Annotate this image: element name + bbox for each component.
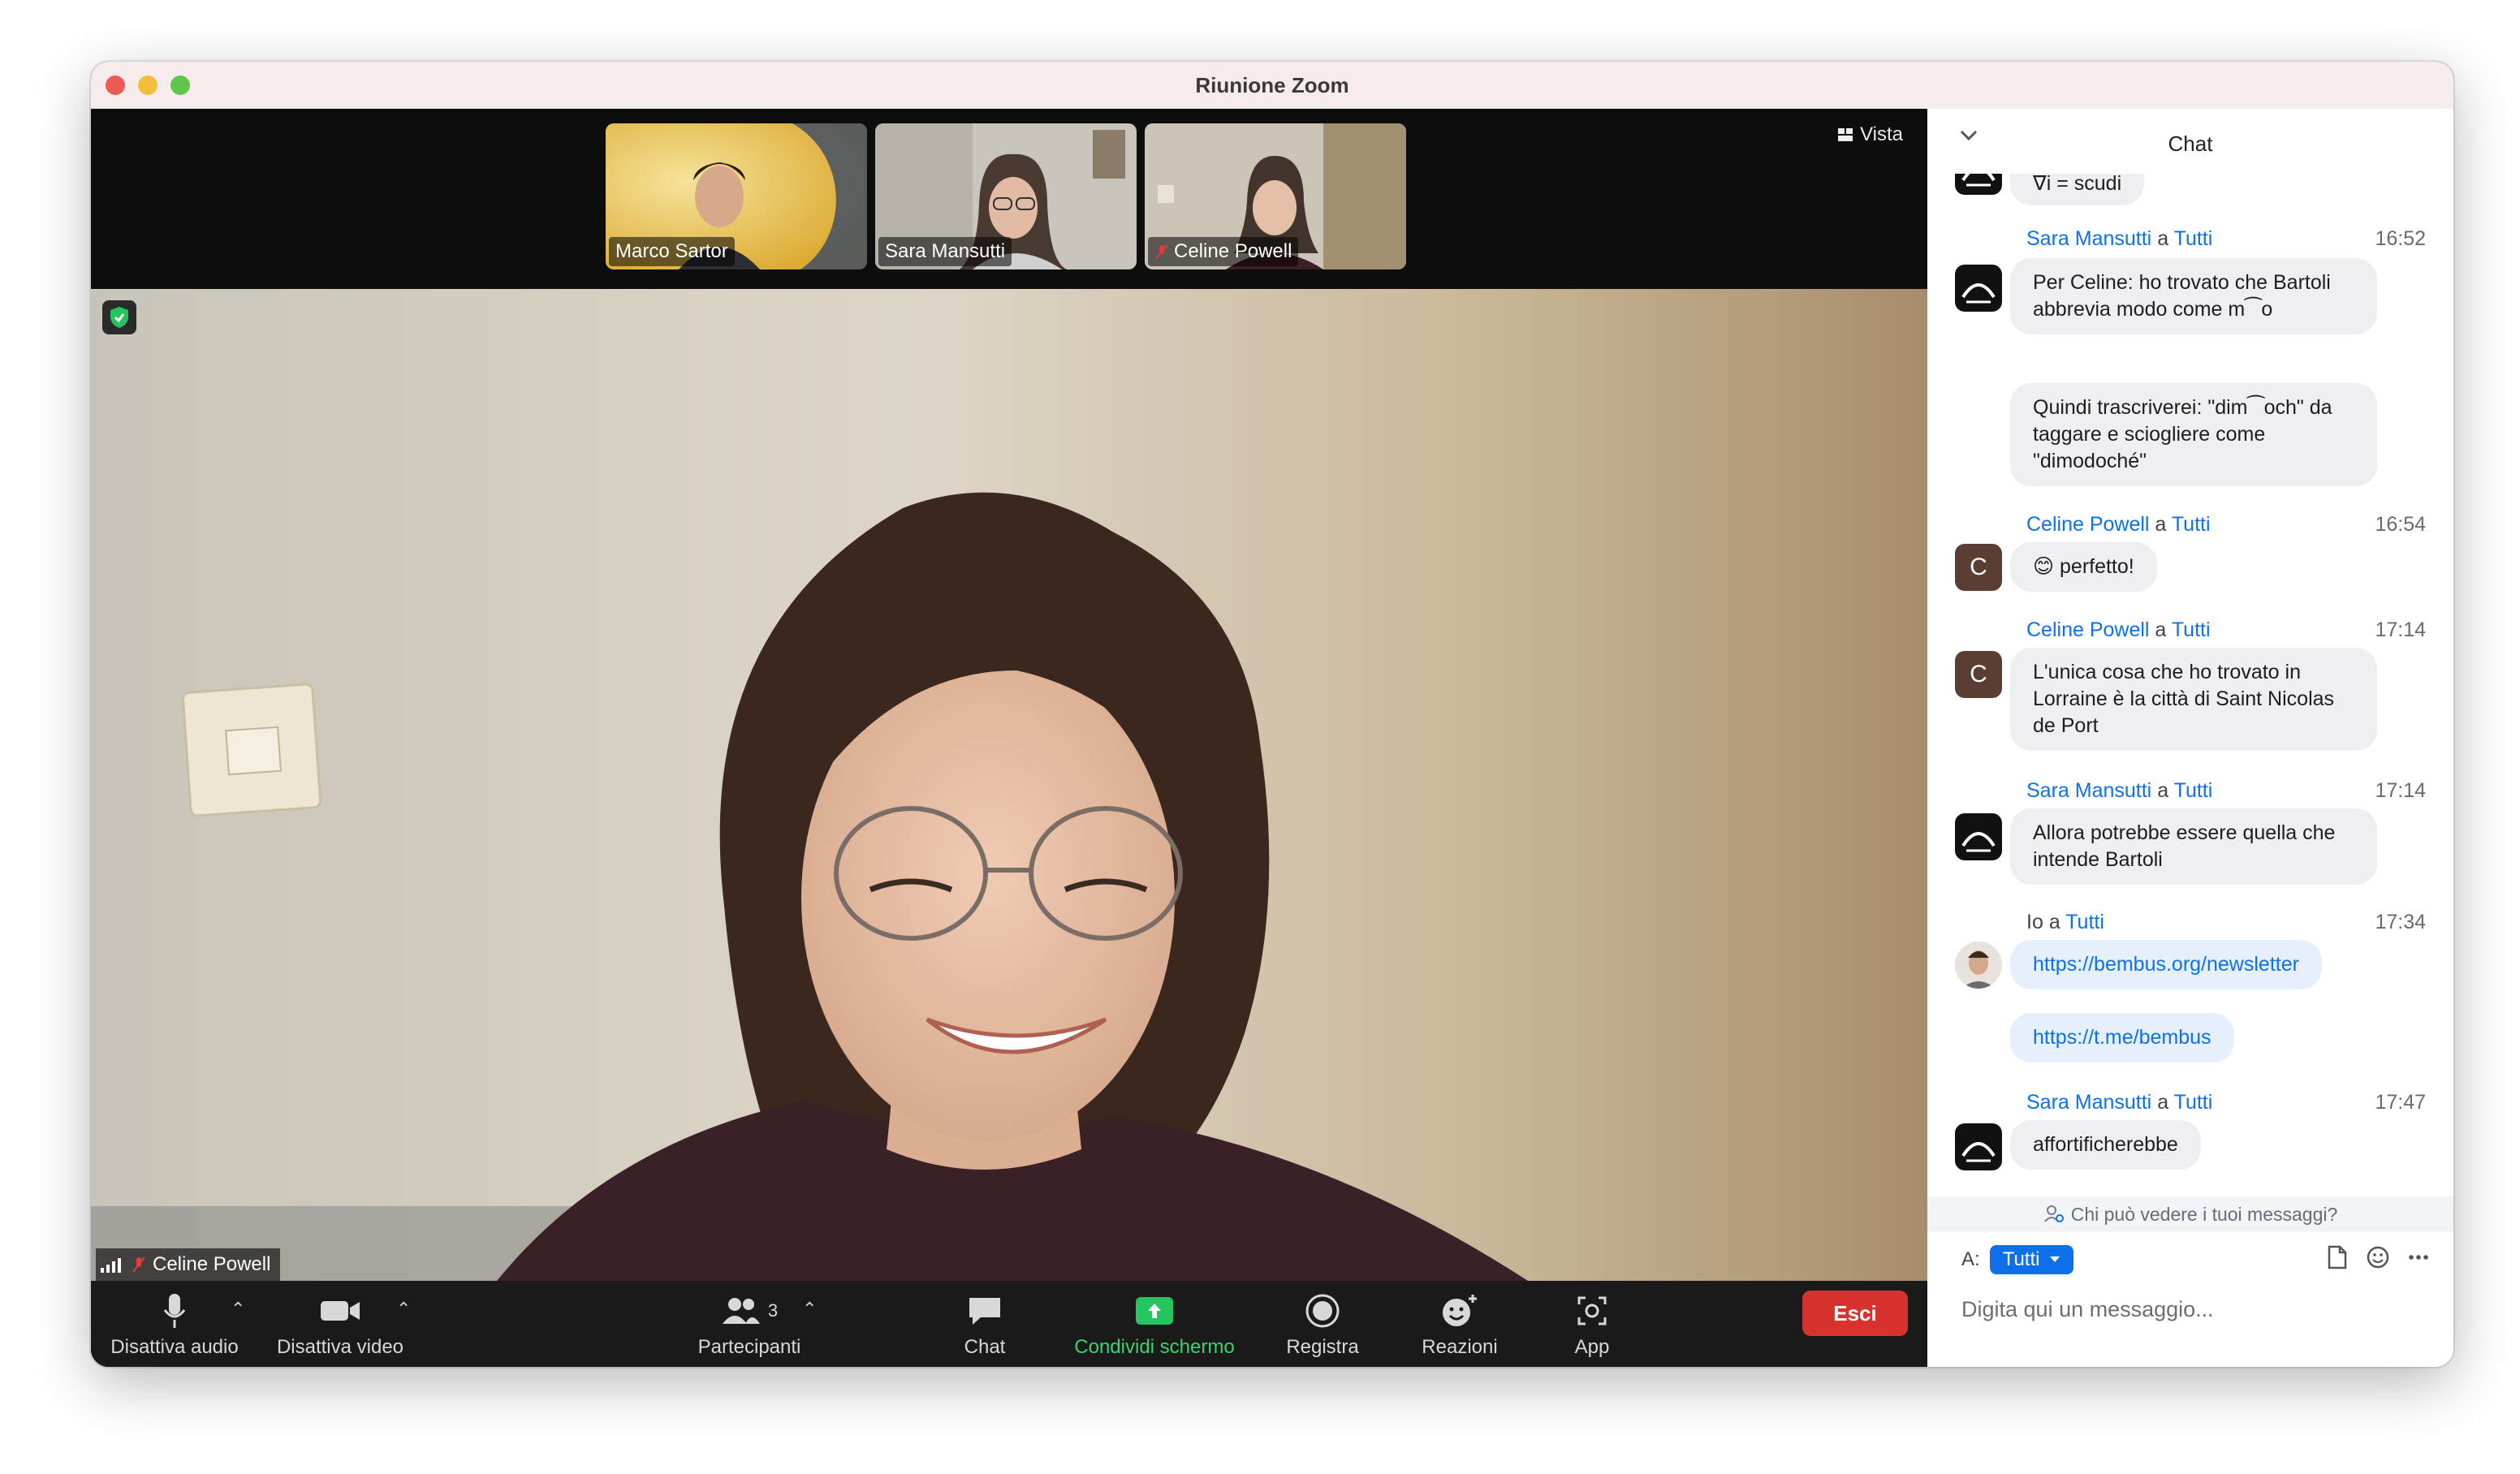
person-visibility-icon xyxy=(2043,1205,2064,1222)
thumbnail-sara[interactable]: Sara Mansutti xyxy=(875,123,1137,269)
record-icon xyxy=(1305,1294,1340,1328)
window-title: Riunione Zoom xyxy=(1195,73,1349,97)
more-options-icon[interactable] xyxy=(2408,1245,2429,1269)
avatar-me xyxy=(1955,942,2002,989)
meeting-toolbar: Disattiva audio ⌃ Disattiva video ⌃ 3 Pa… xyxy=(91,1281,1927,1367)
message-meta: Sara Mansutti a Tutti 17:47 xyxy=(2026,1091,2426,1114)
message-bubble: 😊 perfetto! xyxy=(2010,542,2157,592)
mic-muted-icon xyxy=(1155,244,1168,259)
leave-meeting-button[interactable]: Esci xyxy=(1802,1291,1908,1336)
view-button[interactable]: Vista xyxy=(1837,123,1903,146)
chat-header: Chat xyxy=(1927,109,2453,174)
avatar-celine: C xyxy=(1955,651,2002,698)
message-meta: Sara Mansutti a Tutti 17:14 xyxy=(2026,779,2426,802)
recipient-selector[interactable]: Tutti xyxy=(1989,1245,2074,1274)
audio-options-chevron-icon[interactable]: ⌃ xyxy=(231,1299,245,1320)
thumbnail-name: Marco Sartor xyxy=(609,237,735,266)
participants-count: 3 xyxy=(767,1300,779,1321)
video-area: Marco Sartor Sara Mansutti Celine Powell… xyxy=(91,109,1927,1367)
reactions-button[interactable]: Reazioni xyxy=(1403,1289,1517,1359)
view-label: Vista xyxy=(1860,123,1903,145)
grid-view-icon xyxy=(1838,128,1853,141)
title-bar: Riunione Zoom xyxy=(91,62,2453,110)
speaker-name-tag: Celine Powell xyxy=(96,1248,281,1281)
shield-check-icon xyxy=(110,307,128,328)
mute-audio-button[interactable]: Disattiva audio xyxy=(106,1289,244,1359)
chat-panel: Chat ∇i = scudi Sara Mansutti a Tutti 16… xyxy=(1927,109,2453,1367)
message-input[interactable] xyxy=(1960,1291,2418,1328)
message-meta: Sara Mansutti a Tutti 16:52 xyxy=(2026,227,2426,250)
avatar-celine: C xyxy=(1955,544,2002,591)
file-icon[interactable] xyxy=(2327,1245,2348,1269)
message-bubble: ∇i = scudi xyxy=(2010,174,2145,205)
message-meta: Celine Powell a Tutti 17:14 xyxy=(2026,618,2426,641)
main-video: Celine Powell xyxy=(91,289,1927,1281)
message-bubble: Allora potrebbe essere quella che intend… xyxy=(2010,808,2377,885)
participants-options-chevron-icon[interactable]: ⌃ xyxy=(802,1299,817,1320)
chat-title: Chat xyxy=(2168,131,2213,156)
participants-button[interactable]: 3 Partecipanti xyxy=(680,1289,818,1359)
thumbnail-celine-active[interactable]: Celine Powell xyxy=(1145,123,1406,269)
thumbnail-marco[interactable]: Marco Sartor xyxy=(606,123,867,269)
encryption-shield-icon[interactable] xyxy=(102,300,136,334)
message-bubble: Per Celine: ho trovato che Bartoli abbre… xyxy=(2010,258,2377,334)
link-bubble[interactable]: https://bembus.org/newsletter xyxy=(2010,940,2322,989)
chat-messages: ∇i = scudi Sara Mansutti a Tutti 16:52 P… xyxy=(1927,174,2453,1196)
zoom-window: Riunione Zoom Marco Sartor Sara Mansutti… xyxy=(91,62,2453,1367)
thumbnail-name-row: Celine Powell xyxy=(1148,237,1299,266)
mic-muted-icon xyxy=(132,1256,145,1273)
composer-tools xyxy=(2327,1245,2429,1269)
speaker-video-frame xyxy=(91,289,1927,1281)
record-button[interactable]: Registra xyxy=(1270,1289,1375,1359)
emoji-icon[interactable] xyxy=(2366,1245,2390,1269)
apps-icon xyxy=(1577,1296,1607,1325)
thumbnail-name: Sara Mansutti xyxy=(878,237,1012,266)
recipient-row: A: Tutti xyxy=(1961,1245,2074,1274)
avatar-sara xyxy=(1955,265,2002,312)
share-screen-icon xyxy=(1136,1297,1173,1325)
link-bubble[interactable]: https://t.me/bembus xyxy=(2010,1013,2234,1062)
participants-icon xyxy=(722,1298,760,1324)
message-visibility-notice[interactable]: Chi può vedere i tuoi messaggi? xyxy=(1927,1196,2453,1232)
message-bubble: L'unica cosa che ho trovato in Lorraine … xyxy=(2010,648,2377,751)
message-meta: Io a Tutti 17:34 xyxy=(2026,911,2426,933)
video-camera-icon xyxy=(321,1301,360,1321)
video-options-chevron-icon[interactable]: ⌃ xyxy=(396,1299,411,1320)
avatar-sara xyxy=(1955,813,2002,860)
message-bubble: affortificherebbe xyxy=(2010,1120,2201,1170)
thumbnail-name: Celine Powell xyxy=(1174,240,1292,262)
thumbnail-strip: Marco Sartor Sara Mansutti Celine Powell… xyxy=(91,109,1927,289)
stop-video-button[interactable]: Disattiva video xyxy=(271,1289,409,1359)
message-bubble: Quindi trascriverei: "dim⁀och" da taggar… xyxy=(2010,383,2377,486)
speaker-name: Celine Powell xyxy=(153,1253,271,1275)
avatar-sara xyxy=(1955,1123,2002,1170)
apps-button[interactable]: App xyxy=(1547,1289,1637,1359)
signal-strength-icon xyxy=(101,1258,121,1273)
message-meta: Celine Powell a Tutti 16:54 xyxy=(2026,513,2426,536)
microphone-icon xyxy=(163,1294,186,1328)
chevron-down-icon xyxy=(2050,1256,2060,1262)
chat-composer: A: Tutti xyxy=(1927,1232,2453,1367)
reactions-icon xyxy=(1443,1295,1477,1326)
avatar-sara xyxy=(1955,174,2002,195)
